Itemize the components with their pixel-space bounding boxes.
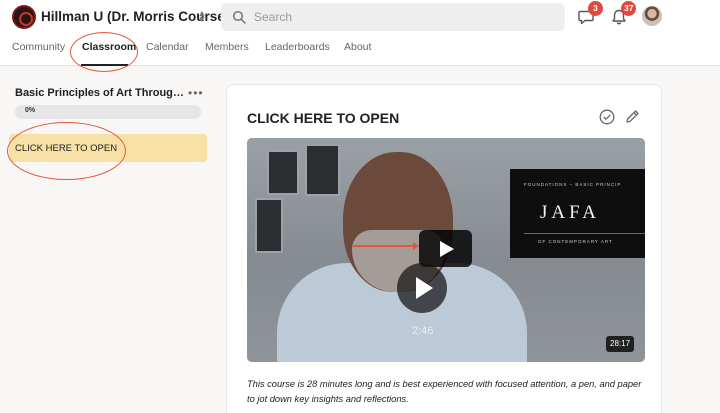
video-duration: 28:17 <box>606 336 635 352</box>
course-progress-bar: 0% <box>15 105 201 119</box>
switch-group-icon[interactable]: ▲ ▼ <box>197 9 207 24</box>
classroom-highlight-ring <box>70 32 138 72</box>
tab-community[interactable]: Community <box>12 41 65 53</box>
progress-label: 0% <box>25 107 36 114</box>
lesson-card: CLICK HERE TO OPEN FOUNDATIONS – BASIC P… <box>226 84 662 413</box>
course-title: Basic Principles of Art Through ... <box>15 87 185 99</box>
avatar[interactable] <box>642 6 662 26</box>
search-input[interactable] <box>254 3 554 31</box>
wall-frame <box>267 150 299 195</box>
notification-badge: 37 <box>621 1 637 16</box>
slide-subtitle: FOUNDATIONS – BASIC PRINCIP <box>524 182 622 187</box>
slide-divider <box>524 233 645 234</box>
chat-badge: 3 <box>588 1 603 16</box>
check-circle-icon[interactable] <box>599 109 615 125</box>
lesson-description: This course is 28 minutes long and is be… <box>247 379 642 404</box>
tab-calendar[interactable]: Calendar <box>146 41 189 53</box>
wall-frame <box>305 144 340 196</box>
search-bar[interactable] <box>221 3 565 31</box>
tab-members[interactable]: Members <box>205 41 249 53</box>
slide-footer: OF CONTEMPORARY ART <box>538 239 613 244</box>
title-slide: FOUNDATIONS – BASIC PRINCIP JAFA OF CONT… <box>510 169 645 258</box>
lesson-title: CLICK HERE TO OPEN <box>247 110 400 126</box>
tab-leaderboards[interactable]: Leaderboards <box>265 41 330 53</box>
tab-about[interactable]: About <box>344 41 371 53</box>
more-options-icon[interactable]: ••• <box>188 86 204 100</box>
annotation-arrow <box>353 242 419 250</box>
video-overlay-time: 2:46 <box>412 325 434 337</box>
slide-title: JAFA <box>540 202 600 223</box>
group-logo[interactable] <box>12 5 36 29</box>
wall-frame <box>255 198 283 253</box>
edit-pencil-icon[interactable] <box>625 109 640 124</box>
video-player[interactable]: FOUNDATIONS – BASIC PRINCIP JAFA OF CONT… <box>247 138 645 362</box>
play-circle-icon[interactable] <box>397 263 447 313</box>
search-icon <box>232 10 246 24</box>
lesson-highlight-ring <box>7 122 126 180</box>
play-button[interactable] <box>419 230 472 267</box>
